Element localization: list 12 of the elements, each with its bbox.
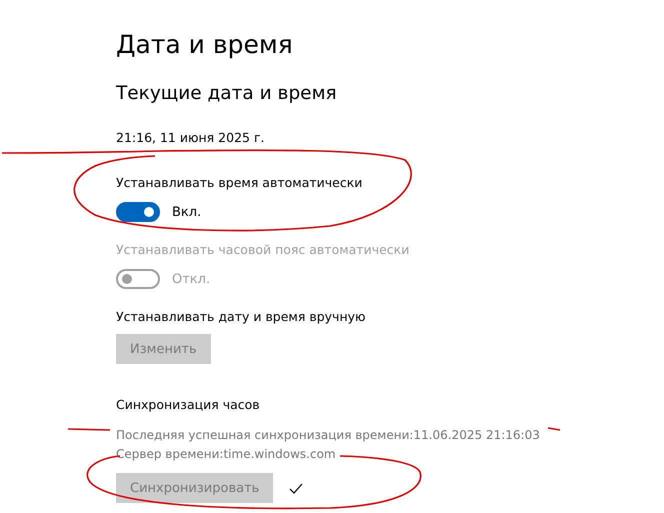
setting-label: Устанавливать часовой пояс автоматически xyxy=(116,242,410,257)
toggle-switch[interactable] xyxy=(116,202,160,222)
setting-label: Устанавливать дату и время вручную xyxy=(116,309,367,324)
sync-title: Синхронизация часов xyxy=(116,397,261,412)
section-title: Текущие дата и время xyxy=(116,82,338,106)
setting-label: Устанавливать время автоматически xyxy=(116,175,364,190)
last-sync-text: Последняя успешная синхронизация времени:11.06.2025 21:16:03 xyxy=(116,428,541,442)
time-server-text: Сервер времени:time.windows.com xyxy=(116,447,337,461)
toggle-state-label: Вкл. xyxy=(172,204,202,220)
toggle-state-label: Откл. xyxy=(172,272,210,286)
current-datetime: 21:16, 11 июня 2025 г. xyxy=(116,130,266,145)
page-title: Дата и время xyxy=(116,29,294,61)
